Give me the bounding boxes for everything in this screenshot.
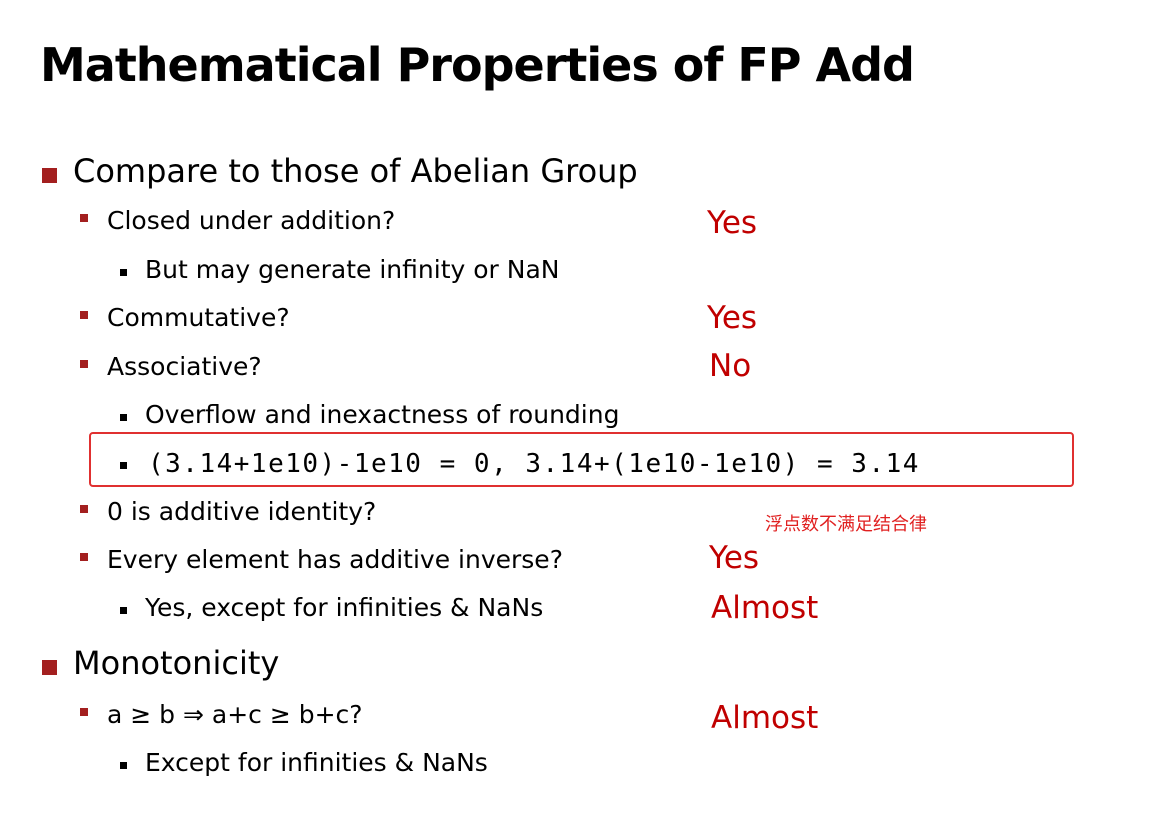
subitem-bullet	[120, 462, 127, 469]
item-bullet	[80, 214, 88, 222]
subitem-except-infinities: Yes, except for infinities & NaNs	[145, 593, 544, 622]
item-bullet	[80, 360, 88, 368]
section-heading-monotonicity: Monotonicity	[73, 644, 280, 682]
code-associativity-example: (3.14+1e10)-1e10 = 0, 3.14+(1e10-1e10) =…	[148, 449, 920, 479]
subitem-bullet	[120, 762, 127, 769]
item-closed-under-addition: Closed under addition?	[107, 206, 396, 235]
section-bullet	[42, 660, 57, 675]
item-monotonicity-rule: a ≥ b ⇒ a+c ≥ b+c?	[107, 700, 363, 729]
subitem-bullet	[120, 269, 127, 276]
answer-additive-inverse: Almost	[711, 590, 819, 626]
subitem-bullet	[120, 607, 127, 614]
item-commutative: Commutative?	[107, 303, 290, 332]
item-bullet	[80, 505, 88, 513]
annotation-note: 浮点数不满足结合律	[765, 514, 927, 535]
item-additive-inverse: Every element has additive inverse?	[107, 545, 563, 574]
section-heading-abelian-group: Compare to those of Abelian Group	[73, 152, 638, 190]
answer-monotonicity: Almost	[711, 700, 819, 736]
item-bullet	[80, 311, 88, 319]
item-bullet	[80, 708, 88, 716]
slide-title: Mathematical Properties of FP Add	[40, 38, 915, 92]
section-bullet	[42, 168, 57, 183]
answer-commutative: Yes	[707, 300, 758, 336]
answer-associative: No	[709, 348, 752, 384]
answer-additive-identity: Yes	[709, 540, 760, 576]
item-additive-identity: 0 is additive identity?	[107, 497, 377, 526]
subitem-overflow-rounding: Overflow and inexactness of rounding	[145, 400, 620, 429]
item-bullet	[80, 553, 88, 561]
answer-closed-under-addition: Yes	[707, 205, 758, 241]
subitem-except-infinities-monotonicity: Except for infinities & NaNs	[145, 748, 488, 777]
subitem-bullet	[120, 414, 127, 421]
subitem-infinity-nan: But may generate infinity or NaN	[145, 255, 560, 284]
item-associative: Associative?	[107, 352, 262, 381]
